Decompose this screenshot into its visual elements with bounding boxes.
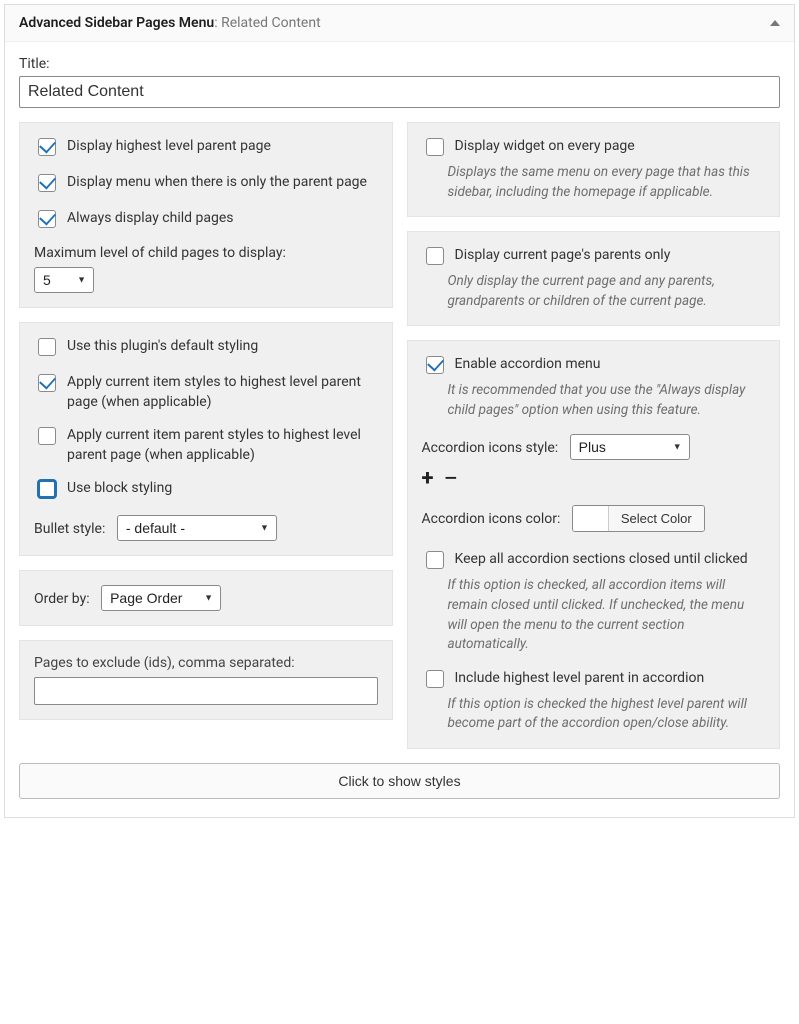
opt-always-child[interactable]: Always display child pages xyxy=(34,209,378,231)
widget-container: Advanced Sidebar Pages Menu: Related Con… xyxy=(4,4,795,818)
chk-include-highest[interactable] xyxy=(426,670,444,688)
collapse-icon[interactable] xyxy=(770,20,780,26)
color-swatch[interactable] xyxy=(573,506,609,531)
exclude-input[interactable] xyxy=(34,677,378,705)
title-label: Title: xyxy=(19,56,780,72)
icons-preview: + − xyxy=(422,466,766,491)
opt-default-styling[interactable]: Use this plugin's default styling xyxy=(34,337,378,359)
title-field-row: Title: xyxy=(19,56,780,108)
panel-accordion: Enable accordion menu It is recommended … xyxy=(407,340,781,749)
panel-display-options: Display highest level parent page Displa… xyxy=(19,122,393,308)
exclude-label: Pages to exclude (ids), comma separated: xyxy=(34,655,378,671)
order-label: Order by: xyxy=(34,591,90,607)
max-level-select[interactable]: 5 xyxy=(34,267,94,293)
icons-color-label: Accordion icons color: xyxy=(422,511,561,527)
chk-parents-only[interactable] xyxy=(426,247,444,265)
opt-block-styling[interactable]: Use block styling xyxy=(34,479,378,501)
icons-style-select[interactable]: Plus xyxy=(570,434,690,460)
opt-display-menu-only-parent[interactable]: Display menu when there is only the pare… xyxy=(34,173,378,195)
opt-include-highest[interactable]: Include highest level parent in accordio… xyxy=(422,669,766,691)
title-input[interactable] xyxy=(19,76,780,108)
select-color-button[interactable]: Select Color xyxy=(609,506,704,531)
widget-title: Advanced Sidebar Pages Menu: Related Con… xyxy=(19,15,321,31)
right-column: Display widget on every page Displays th… xyxy=(407,122,781,749)
plus-icon: + xyxy=(422,466,434,491)
widget-title-main: Advanced Sidebar Pages Menu xyxy=(19,15,214,31)
panel-every-page: Display widget on every page Displays th… xyxy=(407,122,781,217)
chk-display-menu-only-parent[interactable] xyxy=(38,174,56,192)
chk-every-page[interactable] xyxy=(426,138,444,156)
opt-apply-current-item[interactable]: Apply current item styles to highest lev… xyxy=(34,373,378,412)
desc-every-page: Displays the same menu on every page tha… xyxy=(448,163,766,202)
chk-default-styling[interactable] xyxy=(38,338,56,356)
show-styles-button[interactable]: Click to show styles xyxy=(19,763,780,799)
widget-header[interactable]: Advanced Sidebar Pages Menu: Related Con… xyxy=(5,5,794,42)
max-level-row: Maximum level of child pages to display:… xyxy=(34,245,378,293)
widget-body: Title: Display highest level parent page xyxy=(5,42,794,817)
widget-title-sub: : Related Content xyxy=(214,15,320,31)
bullet-select[interactable]: - default - xyxy=(117,515,277,541)
panel-styling: Use this plugin's default styling Apply … xyxy=(19,322,393,556)
chk-apply-current-item[interactable] xyxy=(38,374,56,392)
chk-apply-current-parent[interactable] xyxy=(38,427,56,445)
panel-exclude: Pages to exclude (ids), comma separated: xyxy=(19,640,393,720)
opt-display-highest[interactable]: Display highest level parent page xyxy=(34,137,378,159)
chk-keep-closed[interactable] xyxy=(426,551,444,569)
desc-keep-closed: If this option is checked, all accordion… xyxy=(448,576,766,654)
opt-enable-accordion[interactable]: Enable accordion menu xyxy=(422,355,766,377)
desc-include-highest: If this option is checked the highest le… xyxy=(448,695,766,734)
desc-enable-accordion: It is recommended that you use the "Alwa… xyxy=(448,381,766,420)
opt-apply-current-parent[interactable]: Apply current item parent styles to high… xyxy=(34,426,378,465)
icons-style-label: Accordion icons style: xyxy=(422,440,559,456)
opt-keep-closed[interactable]: Keep all accordion sections closed until… xyxy=(422,550,766,572)
icons-color-row: Accordion icons color: Select Color xyxy=(422,505,766,532)
opt-every-page[interactable]: Display widget on every page xyxy=(422,137,766,159)
styles-row: Click to show styles xyxy=(19,763,780,799)
bullet-row: Bullet style: - default - xyxy=(34,515,378,541)
chk-display-highest[interactable] xyxy=(38,138,56,156)
color-picker[interactable]: Select Color xyxy=(572,505,705,532)
panel-parents-only: Display current page's parents only Only… xyxy=(407,231,781,326)
max-level-label: Maximum level of child pages to display: xyxy=(34,245,378,261)
left-column: Display highest level parent page Displa… xyxy=(19,122,393,749)
desc-parents-only: Only display the current page and any pa… xyxy=(448,272,766,311)
order-select[interactable]: Page Order xyxy=(101,585,221,611)
panel-order: Order by: Page Order xyxy=(19,570,393,626)
opt-parents-only[interactable]: Display current page's parents only xyxy=(422,246,766,268)
bullet-label: Bullet style: xyxy=(34,521,105,537)
chk-block-styling[interactable] xyxy=(38,480,56,498)
columns: Display highest level parent page Displa… xyxy=(19,122,780,749)
chk-enable-accordion[interactable] xyxy=(426,356,444,374)
icons-style-row: Accordion icons style: Plus xyxy=(422,434,766,460)
chk-always-child[interactable] xyxy=(38,210,56,228)
